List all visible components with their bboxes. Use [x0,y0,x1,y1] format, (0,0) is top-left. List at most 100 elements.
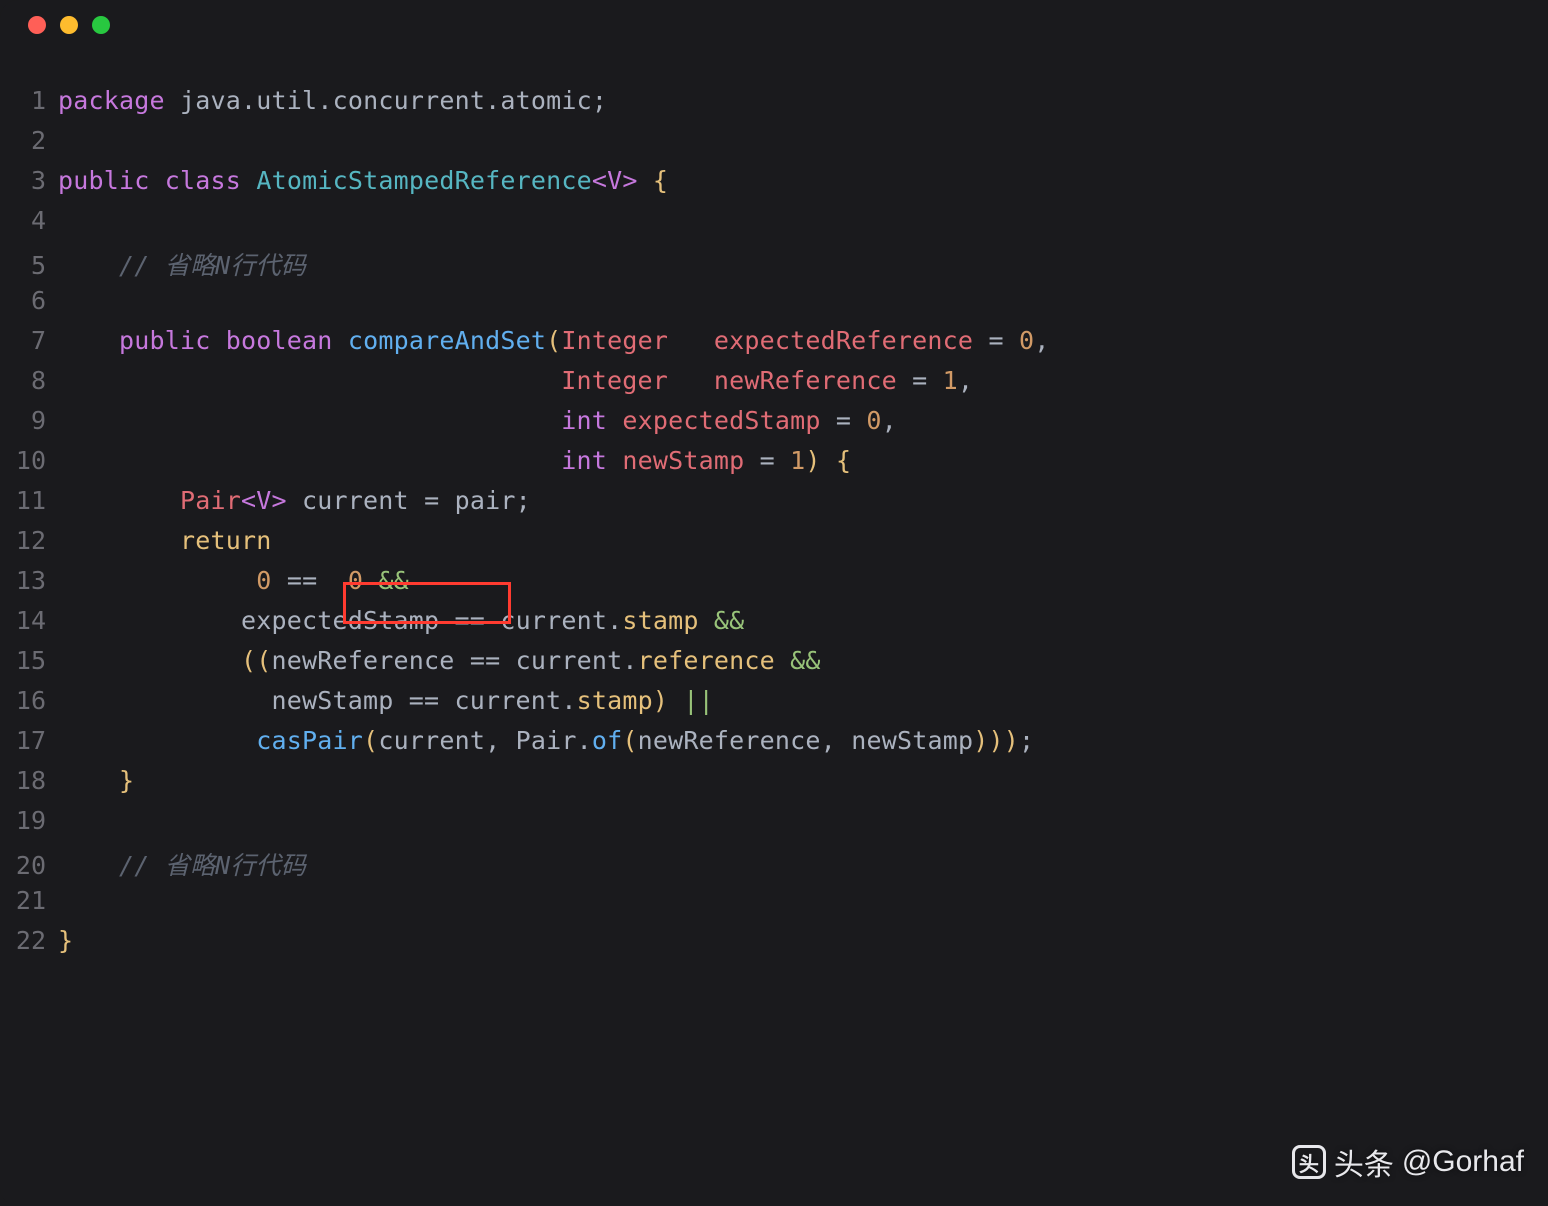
token-plain [897,366,912,395]
token-plain: concurrent [333,86,486,115]
token-plain [607,446,622,475]
token-plain: current [378,726,485,755]
token-op: == [470,646,501,675]
code-content: package java.util.concurrent.atomic; [58,86,607,115]
token-op: = [760,446,775,475]
code-line[interactable]: 12 return [0,526,1548,566]
token-op: ; [1019,726,1034,755]
token-plain: newReference [638,726,821,755]
token-plain [775,646,790,675]
line-number: 17 [0,726,58,755]
token-call: of [592,726,623,755]
code-line[interactable]: 10 int newStamp = 1) { [0,446,1548,486]
token-plain [668,686,683,715]
line-number: 5 [0,251,58,280]
watermark-brand: 头条 [1334,1140,1394,1184]
code-line[interactable]: 2 [0,126,1548,166]
code-line[interactable]: 1package java.util.concurrent.atomic; [0,86,1548,126]
code-line[interactable]: 11 Pair<V> current = pair; [0,486,1548,526]
token-prop: (( [241,646,272,675]
token-plain [333,326,348,355]
token-op: . [317,86,332,115]
token-type: Integer [561,366,668,395]
code-content: 0 == 0 && [58,566,409,595]
code-line[interactable]: 6 [0,286,1548,326]
token-num: 0 [866,406,881,435]
token-plain: Pair [500,726,576,755]
token-prop: reference [638,646,775,675]
code-line[interactable]: 15 ((newReference == current.reference &… [0,646,1548,686]
line-number: 22 [0,926,58,955]
code-content: // 省略N行代码 [58,246,306,282]
token-comment: // 省略N行代码 [119,251,306,280]
token-plain [363,566,378,595]
token-prop: ))) [973,726,1019,755]
code-editor[interactable]: 1package java.util.concurrent.atomic;23p… [0,50,1548,966]
token-plain [58,766,119,795]
token-plain [668,326,714,355]
token-op: = [836,406,851,435]
token-op: , [882,406,897,435]
token-comment: // 省略N行代码 [119,851,306,880]
minimize-icon[interactable] [60,16,78,34]
code-content: // 省略N行代码 [58,846,306,882]
code-line[interactable]: 16 newStamp == current.stamp) || [0,686,1548,726]
token-plain: atomic [500,86,592,115]
token-prop: } [58,926,73,955]
code-line[interactable]: 3public class AtomicStampedReference<V> … [0,166,1548,206]
code-line[interactable]: 9 int expectedStamp = 0, [0,406,1548,446]
token-op: = [988,326,1003,355]
token-type: Pair [180,486,241,515]
code-line[interactable]: 14 expectedStamp == current.stamp && [0,606,1548,646]
token-plain [58,486,180,515]
token-prop: { [836,446,851,475]
code-line[interactable]: 13 0 == 0 && [0,566,1548,606]
token-plain [241,166,256,195]
token-plain [821,406,836,435]
code-content: expectedStamp == current.stamp && [58,606,744,635]
token-op: = [912,366,927,395]
code-line[interactable]: 4 [0,206,1548,246]
token-prop: } [119,766,134,795]
token-op: . [241,86,256,115]
code-line[interactable]: 21 [0,886,1548,926]
code-line[interactable]: 22} [0,926,1548,966]
code-line[interactable]: 8 Integer newReference = 1, [0,366,1548,406]
code-content: public boolean compareAndSet(Integer exp… [58,326,1050,355]
code-line[interactable]: 18 } [0,766,1548,806]
code-content: Integer newReference = 1, [58,366,973,395]
token-plain: current [439,686,561,715]
code-line[interactable]: 7 public boolean compareAndSet(Integer e… [0,326,1548,366]
code-line[interactable]: 5 // 省略N行代码 [0,246,1548,286]
token-param: newReference [714,366,897,395]
zoom-icon[interactable] [92,16,110,34]
token-plain [58,251,119,280]
token-op: . [577,726,592,755]
code-content: ((newReference == current.reference && [58,646,821,675]
token-type: Integer [561,326,668,355]
close-icon[interactable] [28,16,46,34]
code-line[interactable]: 20 // 省略N行代码 [0,846,1548,886]
token-kw: package [58,86,165,115]
token-plain [607,406,622,435]
token-prop: stamp [577,686,653,715]
code-line[interactable]: 19 [0,806,1548,846]
line-number: 8 [0,366,58,395]
line-number: 16 [0,686,58,715]
token-logic: && [714,606,745,635]
token-op: . [607,606,622,635]
line-number: 12 [0,526,58,555]
token-generic: <V> [592,166,638,195]
code-content: int newStamp = 1) { [58,446,851,475]
token-op: . [622,646,637,675]
token-prop: ( [363,726,378,755]
code-content: } [58,926,73,955]
token-plain: expectedStamp [58,606,455,635]
token-plain [272,566,287,595]
token-num: 0 [1019,326,1034,355]
token-num: 0 [348,566,363,595]
editor-window: 1package java.util.concurrent.atomic;23p… [0,0,1548,1206]
token-logic: && [790,646,821,675]
code-line[interactable]: 17 casPair(current, Pair.of(newReference… [0,726,1548,766]
token-op: , [958,366,973,395]
